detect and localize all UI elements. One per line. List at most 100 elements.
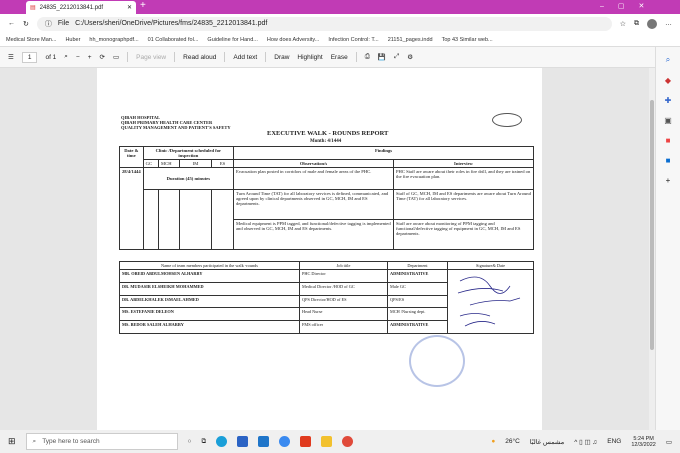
add-text-button[interactable]: Add text — [233, 54, 257, 61]
member-dept: ADMINISTRATIVE — [387, 320, 448, 334]
weather-desc[interactable]: مشمس غالبًا — [530, 438, 564, 446]
address-input[interactable]: ⓘ File C:/Users/sheri/OneDrive/Pictures/… — [36, 16, 612, 31]
search-icon: ⌕ — [32, 437, 37, 445]
notification-icon[interactable]: ▭ — [666, 438, 672, 446]
observation-cell: Medical equipment is PPM tagged, and fun… — [233, 219, 394, 250]
interview-cell: Staff are aware about monitoring of PPM … — [393, 219, 534, 250]
page-input[interactable]: 1 — [21, 51, 38, 63]
window-controls[interactable]: –▢✕ — [600, 2, 658, 10]
store-icon[interactable] — [237, 436, 249, 447]
zoom-out-icon[interactable]: − — [76, 54, 80, 61]
bookmark[interactable]: hh_monographpdf... — [89, 37, 138, 43]
new-tab-button[interactable]: + — [140, 0, 146, 11]
bookmark[interactable]: Top 43 Similar web... — [442, 37, 493, 43]
tray-icons[interactable]: ^ ▯ ◫ ♫ — [574, 438, 597, 446]
mail-icon[interactable] — [258, 436, 270, 447]
bookmark[interactable]: How does Adversity... — [267, 37, 319, 43]
file-explorer-icon[interactable] — [321, 436, 333, 447]
org-header: QIBAH HOSPITAL QIBAH PRIMARY HEALTH CARE… — [121, 115, 231, 130]
observation-cell: Turn Around Time (TAT) for all laborator… — [233, 189, 394, 220]
clock-time: 5:24 PM — [633, 435, 654, 442]
weather-temp[interactable]: 26°C — [505, 438, 520, 445]
edge-sidebar: ⌕ ◆ ✚ ▣ ■ ■ + — [655, 47, 680, 430]
back-icon[interactable]: ← — [8, 20, 15, 27]
pdf-toolbar: ☰ 1 of 1 ⌕ − + ⟳ ▭ Page view Read aloud … — [0, 47, 655, 68]
add-icon[interactable]: + — [666, 176, 671, 185]
erase-button[interactable]: Erase — [331, 54, 348, 61]
refresh-icon[interactable]: ↻ — [23, 20, 29, 28]
member-job: Medical Director /HOD of GC — [299, 281, 388, 296]
interview-cell: PHC Staff are aware about their roles in… — [393, 167, 534, 190]
findings-table: Date & time Clinic /Department scheduled… — [119, 146, 534, 250]
member-name: DR. MUDASIR ELSHEIKH MOHAMMED — [119, 281, 300, 296]
bookmark[interactable]: Infection Control: T... — [328, 37, 378, 43]
bookmark[interactable]: 21151_pages.indd — [388, 37, 433, 43]
bookmark[interactable]: 01 Collaborated fol... — [148, 37, 199, 43]
member-dept: Male GC — [387, 281, 448, 296]
bookmark[interactable]: Huber — [65, 37, 80, 43]
tab-active[interactable]: ▤ 24835_2212013841.pdf ✕ — [26, 1, 136, 14]
page-view-button[interactable]: Page view — [136, 54, 166, 61]
header-gc: GC — [142, 159, 160, 168]
report-month: Month: 4/1444 — [310, 139, 342, 144]
table-row: MR. OBEID ABDULMOHSEN ALHARBY PHC Directo… — [119, 269, 534, 334]
team-table: Name of team members participated in the… — [119, 261, 534, 334]
file-label: File — [57, 20, 70, 27]
shopping-icon[interactable]: ◆ — [665, 76, 671, 85]
clock[interactable]: 5:24 PM 12/3/2022 — [631, 436, 655, 448]
header-observation: Observation/s — [233, 159, 394, 168]
zoom-icon[interactable] — [279, 436, 291, 447]
outlook-icon[interactable]: ■ — [666, 156, 671, 165]
draw-button[interactable]: Draw — [274, 54, 289, 61]
member-name: MR. OBEID ABDULMOHSEN ALHARBY — [119, 269, 300, 283]
contents-icon[interactable]: ☰ — [8, 53, 14, 61]
scrollbar-thumb[interactable] — [650, 100, 654, 350]
highlight-button[interactable]: Highlight — [297, 54, 322, 61]
games-icon[interactable]: ▣ — [664, 116, 672, 125]
url-text: C:/Users/sheri/OneDrive/Pictures/fms/248… — [75, 20, 268, 27]
language-indicator[interactable]: ENG — [607, 438, 621, 445]
member-dept: ADMINISTRATIVE — [387, 269, 448, 283]
zoom-in-icon[interactable]: + — [88, 54, 92, 61]
search-icon[interactable]: ⌕ — [666, 55, 670, 65]
interview-cell: Staff of GC, MCH, IM and ES departments … — [393, 189, 534, 220]
office-icon[interactable]: ■ — [666, 136, 671, 145]
header-clinic: Clinic /Department scheduled for inspect… — [142, 146, 235, 160]
page-count: of 1 — [45, 53, 57, 61]
office-icon[interactable] — [300, 436, 312, 447]
print-icon[interactable]: ⎙ — [365, 53, 370, 61]
windows-start-icon[interactable]: ⊞ — [8, 436, 16, 447]
search-icon[interactable]: ⌕ — [64, 53, 68, 61]
logo — [492, 113, 522, 127]
fit-icon[interactable]: ▭ — [113, 53, 119, 61]
inspection-date: 28/4/1444 — [119, 167, 144, 250]
taskbar-search[interactable]: ⌕ Type here to search — [25, 433, 178, 450]
clock-date: 12/3/2022 — [631, 441, 656, 448]
collections-icon[interactable]: ⧉ — [634, 20, 639, 28]
bookmark[interactable]: Guideline for Hand... — [207, 37, 257, 43]
task-view-icon[interactable]: ⧉ — [201, 438, 206, 446]
tools-icon[interactable]: ✚ — [665, 96, 672, 105]
edge-icon[interactable] — [216, 436, 228, 447]
favorite-icon[interactable]: ☆ — [620, 20, 626, 28]
profile-avatar[interactable] — [647, 18, 657, 29]
info-icon: ⓘ — [44, 20, 52, 28]
save-icon[interactable]: 💾 — [378, 53, 386, 61]
report-title: EXECUTIVE WALK - ROUNDS REPORT — [267, 130, 389, 137]
settings-icon[interactable]: ⚙ — [407, 53, 413, 61]
header-job: Job title — [299, 261, 388, 270]
header-findings: Findings — [233, 146, 534, 160]
read-aloud-button[interactable]: Read aloud — [183, 54, 216, 61]
header-mch: MCH — [158, 159, 180, 168]
more-icon[interactable]: … — [665, 20, 672, 27]
chrome-icon[interactable] — [342, 436, 354, 447]
tab-title: 24835_2212013841.pdf — [39, 4, 104, 11]
fullscreen-icon[interactable]: ⤢ — [394, 53, 399, 61]
official-stamp — [409, 335, 465, 387]
pdf-page: QIBAH HOSPITAL QIBAH PRIMARY HEALTH CARE… — [97, 68, 542, 430]
rotate-icon[interactable]: ⟳ — [100, 53, 105, 61]
bookmark[interactable]: Medical Store Man... — [6, 37, 56, 43]
close-tab-icon[interactable]: ✕ — [127, 4, 132, 11]
search-placeholder: Type here to search — [42, 438, 100, 445]
cortana-icon[interactable]: ○ — [188, 438, 192, 445]
